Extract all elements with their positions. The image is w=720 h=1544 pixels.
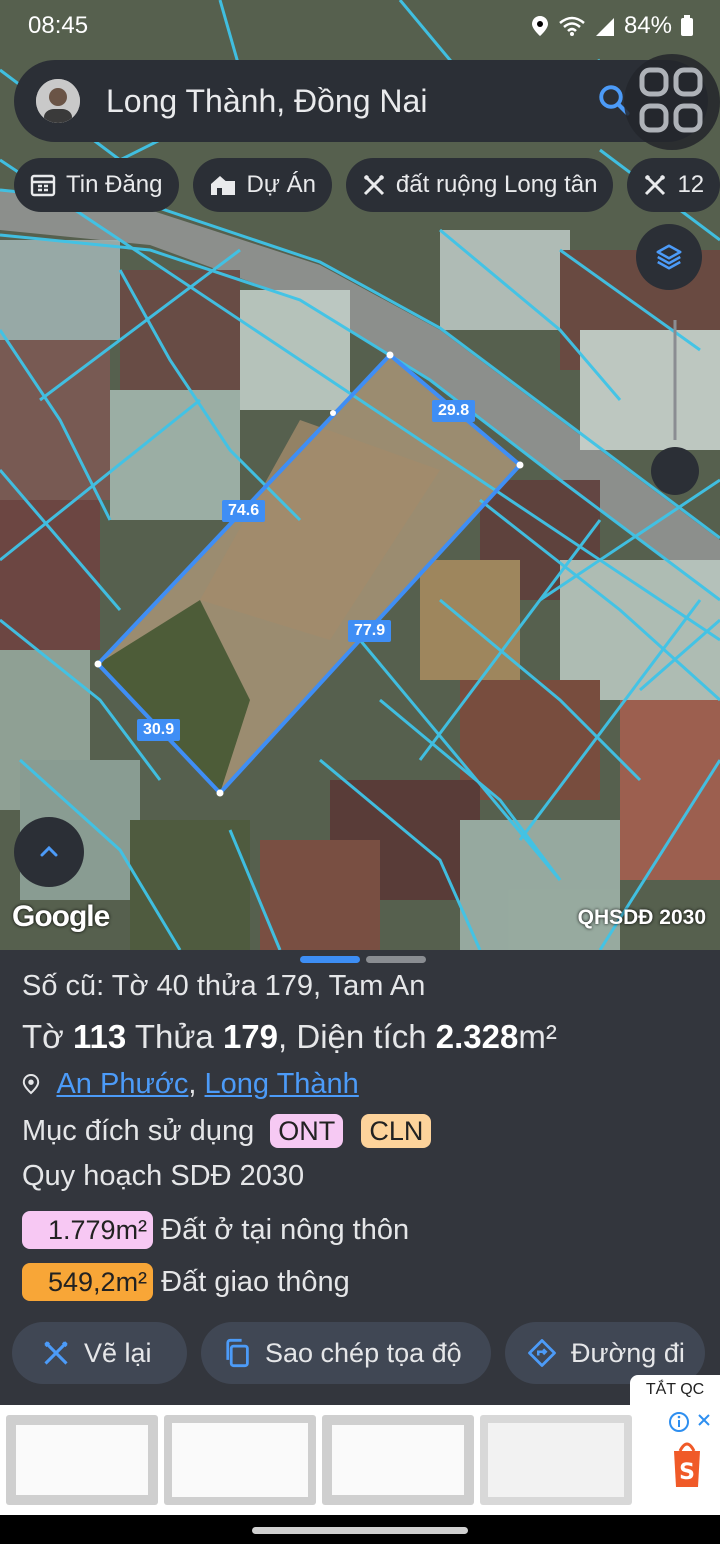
planning-row: 549,2m² Đất giao thông xyxy=(22,1263,350,1301)
layers-button[interactable] xyxy=(636,224,702,290)
planning-overlay-label: QHSDĐ 2030 xyxy=(577,906,706,929)
old-parcel-number: Số cũ: Tờ 40 thửa 179, Tam An xyxy=(22,970,426,1002)
system-nav-bar[interactable] xyxy=(0,1515,720,1544)
location-pin-icon xyxy=(22,1074,40,1095)
grid-menu-button[interactable] xyxy=(624,54,720,150)
planning-desc: Đất giao thông xyxy=(161,1266,350,1298)
ad-product-image[interactable] xyxy=(322,1415,474,1505)
google-attribution: Google xyxy=(12,900,110,933)
avatar-image xyxy=(36,79,80,123)
layers-icon xyxy=(656,244,682,270)
status-bar: 08:45 84% xyxy=(0,0,720,52)
parcel-summary: Tờ 113 Thửa 179, Diện tích 2.328m² xyxy=(22,1018,557,1055)
directions-icon xyxy=(528,1339,556,1367)
battery-icon xyxy=(681,15,693,36)
close-ad-button[interactable]: TẮT QC xyxy=(630,1375,720,1405)
chip-du-an[interactable]: Dự Án xyxy=(192,158,332,212)
ad-info-icons[interactable]: S xyxy=(668,1411,714,1497)
wifi-icon xyxy=(559,16,585,36)
ad-product-image[interactable] xyxy=(164,1415,316,1505)
copy-coordinates-button[interactable]: Sao chép tọa độ xyxy=(201,1322,491,1384)
district-link[interactable]: Long Thành xyxy=(205,1068,359,1100)
user-avatar[interactable] xyxy=(36,79,80,123)
chip-dat-ruong[interactable]: đất ruộng Long tân xyxy=(345,158,614,212)
planning-desc: Đất ở tại nông thôn xyxy=(161,1214,410,1246)
parcel-location: An Phước, Long Thành xyxy=(22,1068,359,1101)
planning-area-pill: 549,2m² xyxy=(22,1263,154,1301)
chevron-up-icon xyxy=(40,845,58,857)
home-indicator[interactable] xyxy=(252,1527,468,1534)
pencil-ruler-icon xyxy=(44,1341,68,1365)
chip-12[interactable]: 12 xyxy=(627,158,720,212)
opacity-slider-handle[interactable] xyxy=(651,447,699,495)
measurement-label-bottom: 30.9 xyxy=(137,719,181,741)
svg-text:S: S xyxy=(679,1460,695,1485)
measurement-label-top: 29.8 xyxy=(432,400,476,422)
ad-banner[interactable]: S xyxy=(0,1405,720,1515)
chip-label: Dự Án xyxy=(246,171,316,198)
ad-product-image[interactable] xyxy=(480,1415,632,1505)
search-bar[interactable]: Long Thành, Đồng Nai xyxy=(14,60,708,142)
planning-area-pill: 1.779m² xyxy=(22,1211,154,1249)
satellite-imagery xyxy=(0,0,720,955)
planning-row: 1.779m² Đất ở tại nông thôn xyxy=(22,1211,409,1249)
location-icon xyxy=(531,16,548,36)
planning-title: Quy hoạch SDĐ 2030 xyxy=(22,1160,305,1192)
pencil-ruler-icon xyxy=(363,174,384,196)
purpose-tag-ont: ONT xyxy=(270,1114,344,1148)
status-time: 08:45 xyxy=(28,12,89,39)
parcel-info-sheet[interactable]: Số cũ: Tờ 40 thửa 179, Tam An Tờ 113 Thử… xyxy=(0,950,720,1405)
ward-link[interactable]: An Phước xyxy=(56,1068,188,1100)
ad-product-image[interactable] xyxy=(6,1415,158,1505)
signal-icon xyxy=(595,18,614,36)
chip-label: Tin Đăng xyxy=(66,171,163,198)
chip-tin-dang[interactable]: Tin Đăng xyxy=(14,158,179,212)
pencil-ruler-icon xyxy=(645,174,666,196)
battery-level: 84% xyxy=(623,12,672,39)
map-view[interactable]: 29.8 74.6 77.9 30.9 Google QHSDĐ 2030 xyxy=(0,0,720,955)
measurement-label-left: 74.6 xyxy=(222,500,266,522)
calendar-icon xyxy=(30,174,56,197)
expand-sheet-button[interactable] xyxy=(14,817,84,887)
redraw-button[interactable]: Vẽ lại xyxy=(12,1322,187,1384)
chip-label: 12 xyxy=(677,171,705,198)
copy-icon xyxy=(226,1338,249,1368)
filter-chips: Tin Đăng Dự Án đất ruộng Long tân 12 xyxy=(14,158,720,212)
measurement-label-right: 77.9 xyxy=(348,620,392,642)
house-icon xyxy=(210,176,235,195)
purpose-tag-cln: CLN xyxy=(361,1114,432,1148)
chip-label: đất ruộng Long tân xyxy=(395,171,598,198)
grid-icon xyxy=(639,67,703,133)
sheet-handle[interactable] xyxy=(300,956,426,963)
land-use-purpose: Mục đích sử dụng ONT CLN xyxy=(22,1114,432,1148)
